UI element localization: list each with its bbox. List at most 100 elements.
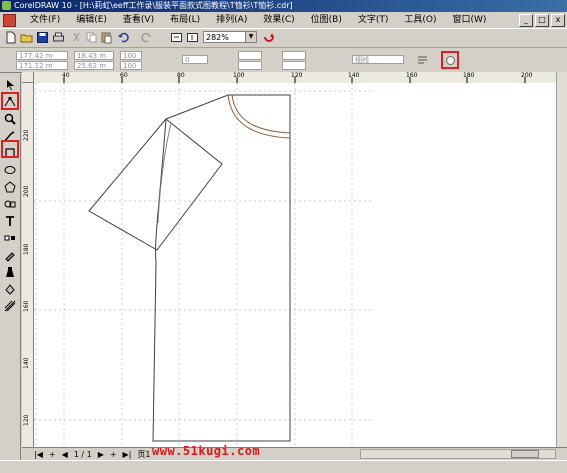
scrollbar-thumb[interactable]: [511, 450, 539, 458]
application-launcher-icon[interactable]: [263, 31, 276, 44]
open-folder-icon[interactable]: [20, 31, 33, 44]
tshirt-drawing: [88, 94, 291, 442]
page-navigator[interactable]: |◀ + ◀ 1 / 1 ▶ + ▶| 页1: [34, 449, 157, 460]
corner-roundness-bottom-left[interactable]: [238, 61, 262, 70]
status-bar: [0, 460, 567, 473]
neckline-inner: [231, 94, 291, 134]
ruler-label: 160: [23, 300, 30, 312]
zoom-level-value: 282%: [206, 33, 229, 42]
height-field[interactable]: 25.62 m: [74, 61, 114, 70]
interactive-fill-tool-icon[interactable]: [3, 299, 17, 313]
add-page-after-button[interactable]: +: [110, 450, 117, 459]
y-position-field[interactable]: 171.12 m: [16, 61, 68, 70]
shape-tool-highlight: [1, 92, 19, 110]
ruler-label: 100: [233, 72, 245, 79]
menu-window[interactable]: 窗口(W): [445, 12, 495, 28]
ruler-label: 140: [348, 72, 360, 79]
outline-width-combo[interactable]: 细线: [352, 55, 404, 64]
redo-icon[interactable]: [140, 31, 153, 44]
menu-tools[interactable]: 工具(O): [396, 12, 444, 28]
last-page-button[interactable]: ▶|: [123, 450, 132, 459]
corner-roundness-top-left[interactable]: [238, 51, 262, 60]
watermark-text: www.51kugi.com: [152, 444, 261, 458]
menu-file[interactable]: 文件(F): [22, 12, 68, 28]
ruler-label: 80: [177, 72, 185, 79]
fill-tool-icon[interactable]: [3, 282, 17, 296]
tshirt-sleeve-outline: [88, 118, 223, 251]
menu-edit[interactable]: 编辑(E): [68, 12, 115, 28]
zoom-tool-icon[interactable]: [3, 112, 17, 126]
vertical-ruler[interactable]: 220 200 180 160 140 120: [22, 83, 34, 447]
close-button[interactable]: x: [551, 14, 565, 27]
cut-icon[interactable]: [70, 31, 83, 44]
toolbox: [0, 74, 21, 470]
menu-view[interactable]: 查看(V): [115, 12, 162, 28]
ruler-origin[interactable]: [22, 72, 34, 83]
previous-page-button[interactable]: ◀: [62, 450, 68, 459]
property-bar: 177.42 m 171.12 m 18.43 m 25.62 m 100 10…: [0, 48, 567, 73]
coreldraw-app-icon: [2, 1, 11, 10]
window-title: CorelDRAW 10 - [H:\莉虹\eeff工作录\服装平面款式图教程\…: [14, 1, 293, 10]
eyedropper-tool-icon[interactable]: [3, 248, 17, 262]
rectangle-tool-highlight: [1, 140, 19, 158]
ruler-label: 120: [23, 414, 30, 426]
standard-toolbar: 282% ▼: [0, 29, 567, 48]
x-position-field[interactable]: 177.42 m: [16, 51, 68, 60]
corner-roundness-bottom-right[interactable]: [282, 61, 306, 70]
print-icon[interactable]: [52, 31, 65, 44]
ruler-label: 220: [23, 129, 30, 141]
document-icon[interactable]: [3, 14, 16, 27]
page-tab[interactable]: 页1: [137, 450, 150, 459]
export-icon[interactable]: [186, 31, 199, 44]
tshirt-body-outline: [152, 94, 291, 442]
width-field[interactable]: 18.43 m: [74, 51, 114, 60]
text-tool-icon[interactable]: [3, 214, 17, 228]
scale-x-field[interactable]: 100: [120, 51, 142, 60]
ruler-label: 200: [521, 72, 533, 79]
basic-shapes-tool-icon[interactable]: [3, 197, 17, 211]
ellipse-tool-icon[interactable]: [3, 163, 17, 177]
horizontal-scrollbar[interactable]: [360, 449, 556, 459]
restore-button[interactable]: □: [535, 14, 549, 27]
import-icon[interactable]: [170, 31, 183, 44]
page-margin-area: [374, 83, 556, 447]
ruler-label: 140: [23, 357, 30, 369]
paste-icon[interactable]: [100, 31, 113, 44]
ruler-label: 200: [23, 185, 30, 197]
wrap-text-icon[interactable]: [416, 54, 429, 67]
zoom-level-combo[interactable]: 282% ▼: [203, 31, 257, 43]
first-page-button[interactable]: |◀: [34, 450, 43, 459]
page-indicator: 1 / 1: [73, 450, 92, 459]
next-page-button[interactable]: ▶: [98, 450, 104, 459]
ruler-label: 180: [463, 72, 475, 79]
vertical-scrollbar[interactable]: [556, 72, 567, 447]
ruler-label: 120: [291, 72, 303, 79]
menu-arrange[interactable]: 排列(A): [208, 12, 255, 28]
ruler-label: 60: [120, 72, 128, 79]
pick-tool-icon[interactable]: [3, 78, 17, 92]
ruler-label: 180: [23, 243, 30, 255]
minimize-button[interactable]: _: [519, 14, 533, 27]
scale-y-field[interactable]: 100: [120, 61, 142, 70]
corner-roundness-top-right[interactable]: [282, 51, 306, 60]
title-bar: CorelDRAW 10 - [H:\莉虹\eeff工作录\服装平面款式图教程\…: [0, 0, 567, 12]
outline-tool-icon[interactable]: [3, 265, 17, 279]
save-icon[interactable]: [36, 31, 49, 44]
copy-icon[interactable]: [85, 31, 98, 44]
menu-bar: 文件(F) 编辑(E) 查看(V) 布局(L) 排列(A) 效果(C) 位图(B…: [0, 12, 567, 29]
menu-bitmaps[interactable]: 位图(B): [303, 12, 350, 28]
new-document-icon[interactable]: [4, 31, 17, 44]
ruler-label: 40: [62, 72, 70, 79]
polygon-tool-icon[interactable]: [3, 180, 17, 194]
convert-to-curves-highlight: [441, 51, 459, 69]
menu-effects[interactable]: 效果(C): [255, 12, 302, 28]
menu-text[interactable]: 文字(T): [350, 12, 397, 28]
chevron-down-icon[interactable]: ▼: [245, 32, 256, 42]
ruler-label: 160: [406, 72, 418, 79]
menu-layout[interactable]: 布局(L): [162, 12, 208, 28]
add-page-button[interactable]: +: [49, 450, 56, 459]
drawing-canvas[interactable]: [34, 83, 556, 447]
undo-icon[interactable]: [117, 31, 130, 44]
rotation-field[interactable]: 0: [182, 55, 208, 64]
interactive-blend-tool-icon[interactable]: [3, 231, 17, 245]
